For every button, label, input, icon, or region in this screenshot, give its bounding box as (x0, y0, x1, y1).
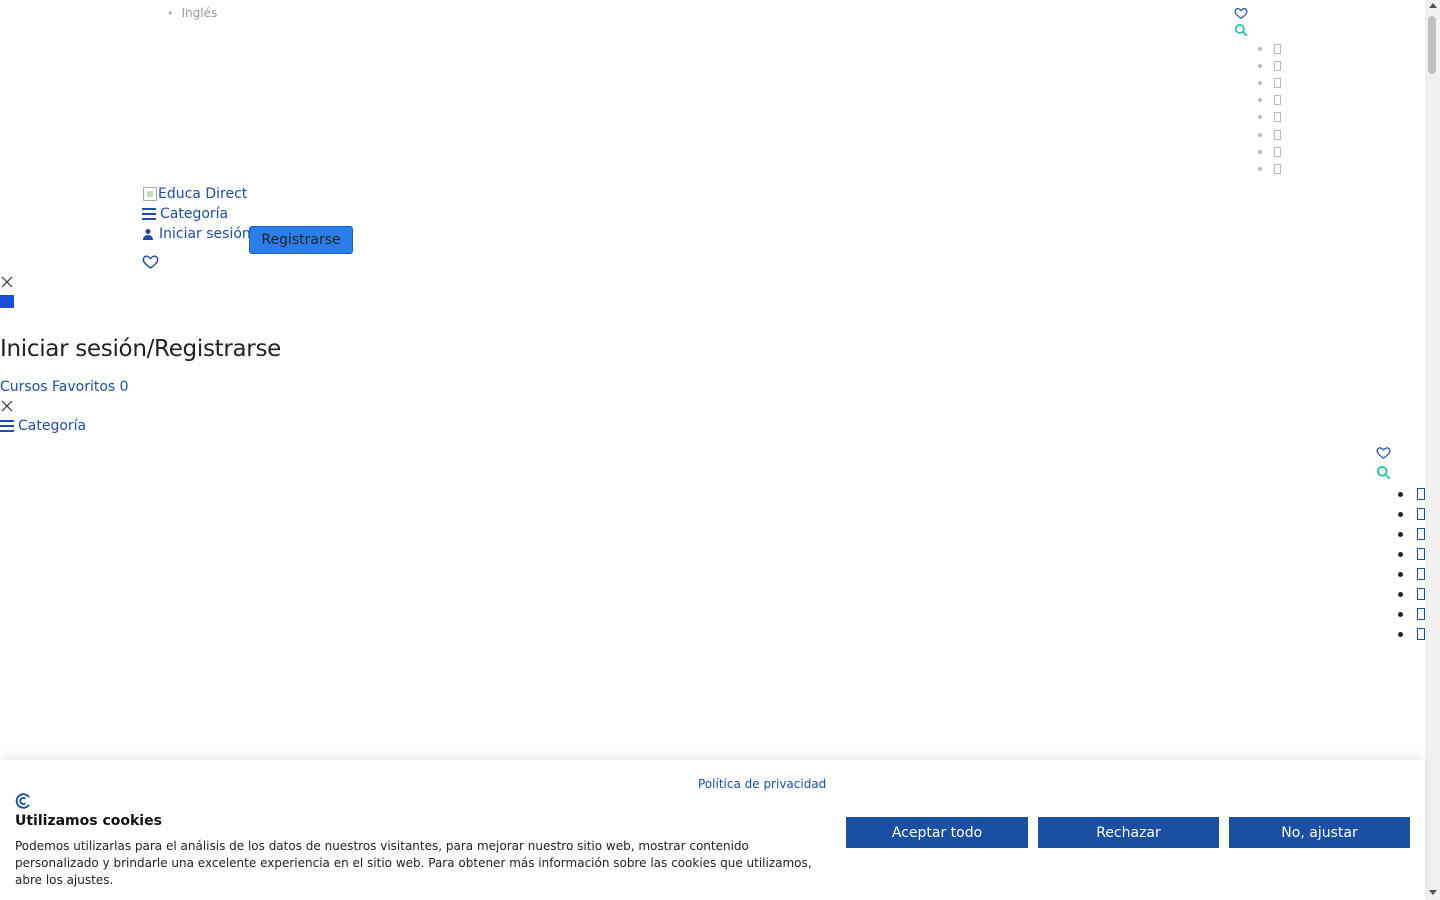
site-logo[interactable]: Educa Direct (143, 186, 247, 202)
scroll-down-arrow-icon[interactable] (1429, 890, 1437, 895)
social-link[interactable] (1258, 160, 1281, 177)
social-link[interactable] (1258, 109, 1281, 126)
social-link[interactable] (1258, 40, 1281, 57)
hamburger-icon (142, 208, 156, 220)
social-link[interactable] (1258, 92, 1281, 109)
privacy-policy-link[interactable]: Política de privacidad (698, 777, 826, 791)
social-link[interactable] (1258, 57, 1281, 74)
social-link[interactable] (1398, 504, 1425, 524)
scroll-up-arrow-icon[interactable] (1429, 3, 1437, 8)
social-icon (1417, 628, 1425, 640)
social-icon (1274, 77, 1281, 88)
accept-all-button[interactable]: Aceptar todo (846, 817, 1028, 848)
broken-image-icon (143, 187, 157, 201)
favorites-count: 0 (119, 379, 129, 395)
heart-icon[interactable] (1234, 6, 1248, 20)
social-icon (1274, 60, 1281, 71)
panel-accent-block (0, 295, 14, 308)
register-button[interactable]: Registrarse (249, 226, 353, 254)
social-icon (1417, 568, 1425, 580)
social-link[interactable] (1398, 544, 1425, 564)
social-links-side (1398, 484, 1425, 644)
social-icon (1417, 548, 1425, 560)
cookie-description: Podemos utilizarlas para el análisis de … (15, 839, 812, 887)
social-icon (1417, 608, 1425, 620)
language-item-english[interactable]: Inglés (167, 6, 218, 20)
page-scrollbar[interactable] (1425, 0, 1440, 900)
login-link[interactable]: Iniciar sesión (142, 226, 251, 242)
adjust-settings-button[interactable]: No, ajustar (1229, 817, 1410, 848)
reject-button[interactable]: Rechazar (1038, 817, 1219, 848)
close-icon[interactable] (1, 400, 13, 412)
social-icon (1274, 43, 1281, 54)
search-icon[interactable] (1234, 23, 1248, 37)
close-icon[interactable] (1, 276, 13, 288)
social-link[interactable] (1258, 143, 1281, 160)
search-icon[interactable] (1376, 465, 1391, 480)
social-icon (1274, 95, 1281, 106)
social-icon (1274, 112, 1281, 123)
scrollbar-thumb[interactable] (1428, 16, 1436, 74)
social-icon (1274, 129, 1281, 140)
cookie-title: Utilizamos cookies (15, 813, 162, 829)
language-list: Inglés (167, 6, 218, 20)
social-link[interactable] (1258, 126, 1281, 143)
login-register-title: Iniciar sesión/Registrarse (0, 336, 281, 362)
social-link[interactable] (1398, 604, 1425, 624)
social-link[interactable] (1398, 524, 1425, 544)
social-icon (1274, 146, 1281, 157)
social-icon (1417, 588, 1425, 600)
favorites-heart-icon[interactable] (142, 253, 159, 270)
social-link[interactable] (1258, 74, 1281, 91)
social-icon (1417, 508, 1425, 520)
heart-icon[interactable] (1376, 445, 1391, 460)
hamburger-icon (0, 420, 14, 432)
cookie-banner: Política de privacidad Utilizamos cookie… (0, 760, 1425, 900)
social-link[interactable] (1398, 624, 1425, 644)
social-icon (1417, 488, 1425, 500)
social-links-top (1258, 40, 1281, 178)
category-menu-button-secondary[interactable]: Categoría (0, 418, 86, 434)
user-icon (143, 229, 153, 240)
social-link[interactable] (1398, 484, 1425, 504)
social-link[interactable] (1398, 584, 1425, 604)
social-icon (1274, 163, 1281, 174)
favorite-courses-link[interactable]: Cursos Favoritos 0 (0, 379, 129, 395)
social-link[interactable] (1398, 564, 1425, 584)
cookie-consent-logo-icon (15, 793, 30, 809)
category-menu-button[interactable]: Categoría (142, 206, 228, 222)
social-icon (1417, 528, 1425, 540)
